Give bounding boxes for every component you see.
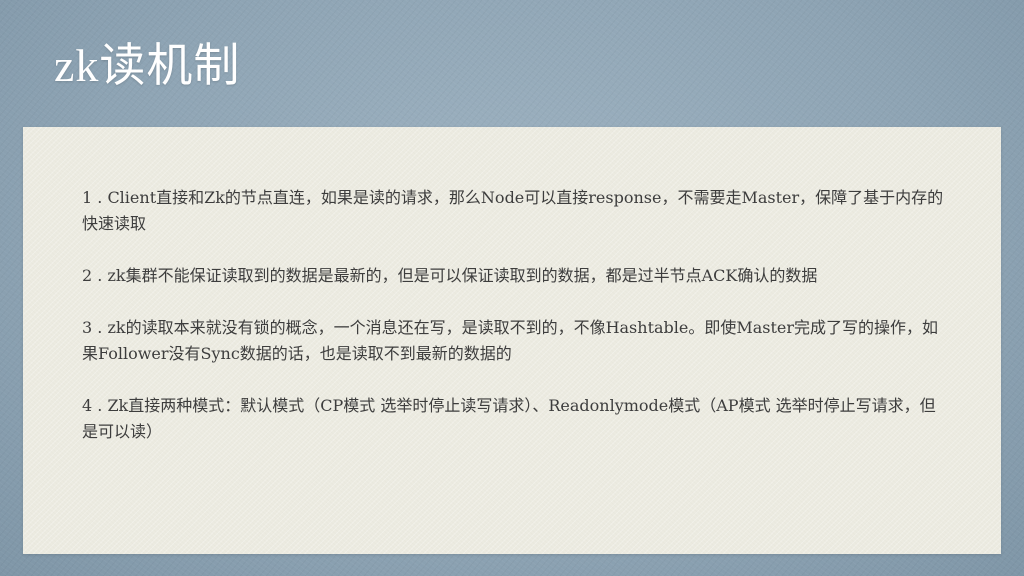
point-2: 2 . zk集群不能保证读取到的数据是最新的，但是可以保证读取到的数据，都是过半… [82, 266, 818, 285]
point-4: 4 . Zk直接两种模式：默认模式（CP模式 选举时停止读写请求）、Readon… [82, 396, 936, 441]
slide-title: zk读机制 [54, 40, 241, 91]
point-1: 1 . Client直接和Zk的节点直连，如果是读的请求，那么Node可以直接r… [82, 188, 944, 233]
point-3: 3 . zk的读取本来就没有锁的概念，一个消息还在写，是读取不到的，不像Hash… [82, 318, 939, 363]
content-panel: 1 . Client直接和Zk的节点直连，如果是读的请求，那么Node可以直接r… [23, 127, 1001, 554]
